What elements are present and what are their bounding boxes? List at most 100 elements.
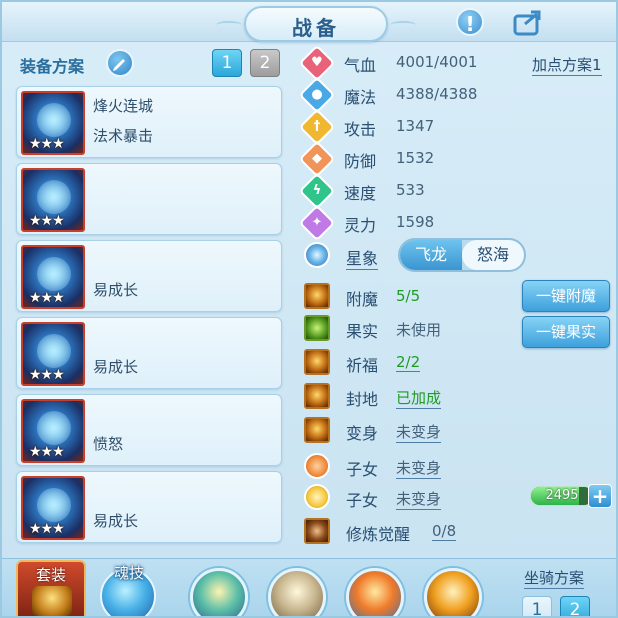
modifier-label: 附魔 <box>346 290 379 309</box>
title-plate: 战备 <box>216 6 416 42</box>
fief-value[interactable]: 已加成 <box>396 387 442 409</box>
modifier-label: 修炼觉醒 <box>346 525 411 544</box>
stat-value: 4388/4388 <box>396 85 478 103</box>
modifier-label: 祈福 <box>346 356 379 375</box>
page-title: 战备 <box>292 16 340 40</box>
modifier-value: 5/5 <box>396 287 421 305</box>
edit-scheme-button[interactable] <box>106 49 134 77</box>
equipment-slot-3[interactable]: ★★★ 易成长 <box>16 240 282 312</box>
stat-label: 灵力 <box>344 216 377 235</box>
modifier-label: 变身 <box>346 424 379 443</box>
stat-label: 攻击 <box>344 120 377 139</box>
transform-icon <box>304 417 330 443</box>
add-points-button[interactable]: + <box>588 484 612 508</box>
star-rating: ★★★ <box>29 290 65 306</box>
mount-scheme-1-button[interactable]: 1 <box>522 596 552 616</box>
equipment-attribute: 法术暴击 <box>93 127 154 145</box>
cultivation-icon <box>304 518 330 544</box>
equipment-slot-5[interactable]: ★★★ 愤怒 <box>16 394 282 466</box>
stat-value: 1532 <box>396 149 435 167</box>
modifier-label: 果实 <box>346 322 379 341</box>
armor-icon: ★★★ <box>21 245 85 309</box>
child-transform-value[interactable]: 未变身 <box>396 488 442 510</box>
equipment-scheme-2-button[interactable]: 2 <box>250 49 280 77</box>
boots-icon: ★★★ <box>21 476 85 540</box>
necklace-icon: ★★★ <box>21 322 85 386</box>
modifier-label: 子女 <box>346 460 379 479</box>
points-bar: 2495 <box>530 486 594 506</box>
cultivation-value[interactable]: 0/8 <box>432 522 457 541</box>
child-transform-value[interactable]: 未变身 <box>396 457 442 479</box>
fief-icon <box>304 383 330 409</box>
stat-value: 1347 <box>396 117 435 135</box>
equipment-attribute: 易成长 <box>93 281 139 299</box>
equipment-name: 烽火连城 <box>93 97 154 115</box>
equipment-attribute: 易成长 <box>93 512 139 530</box>
magic-icon: ● <box>298 76 336 114</box>
stat-value: 533 <box>396 181 425 199</box>
star-rating: ★★★ <box>29 444 65 460</box>
equipment-scheme-1-button[interactable]: 1 <box>212 49 242 77</box>
stat-label: 速度 <box>344 184 377 203</box>
skill-slot-3-icon[interactable] <box>346 568 404 616</box>
set-tab[interactable]: 套装 <box>16 560 86 616</box>
stat-label: 防御 <box>344 152 377 171</box>
star-rating: ★★★ <box>29 213 65 229</box>
set-tab-label: 套装 <box>35 566 66 584</box>
pencil-icon <box>113 59 125 71</box>
mount-scheme-title[interactable]: 坐骑方案 <box>524 567 585 589</box>
blessing-value[interactable]: 2/2 <box>396 353 421 372</box>
star-sign-toggle: 飞龙 怒海 <box>398 238 526 272</box>
battle-prep-window: 战备 ! 装备方案 1 2 ★★★ 烽火连城 法术暴击 ★★★ ★★★ 易成长 … <box>0 0 618 618</box>
enchant-icon <box>304 283 330 309</box>
child-icon <box>304 453 330 479</box>
stat-label: 魔法 <box>344 88 377 107</box>
equipment-slot-6[interactable]: ★★★ 易成长 <box>16 471 282 543</box>
stat-value: 1598 <box>396 213 435 231</box>
belt-icon: ★★★ <box>21 399 85 463</box>
equipment-slot-1[interactable]: ★★★ 烽火连城 法术暴击 <box>16 86 282 158</box>
star-sign-icon <box>304 242 330 268</box>
weapon-icon: ★★★ <box>21 91 85 155</box>
diamond-icon: ✦ <box>298 204 336 242</box>
stat-value: 4001/4001 <box>396 53 478 71</box>
star-sign-option-flying-dragon[interactable]: 飞龙 <box>400 240 462 270</box>
star-sign-option-raging-sea[interactable]: 怒海 <box>462 240 524 270</box>
blessing-icon <box>304 349 330 375</box>
soul-skill-tab[interactable]: 魂技 <box>96 560 162 616</box>
heart-icon: ♥ <box>298 44 336 82</box>
skill-slot-2-icon[interactable] <box>268 568 326 616</box>
skill-slot-1-icon[interactable] <box>190 568 248 616</box>
shield-icon: ◆ <box>298 140 336 178</box>
share-button[interactable] <box>512 6 544 38</box>
soul-skill-tab-label: 魂技 <box>113 564 144 582</box>
child-icon <box>304 484 330 510</box>
helmet-icon: ★★★ <box>21 168 85 232</box>
stat-plan-link[interactable]: 加点方案1 <box>532 54 602 76</box>
star-rating: ★★★ <box>29 136 65 152</box>
star-rating: ★★★ <box>29 367 65 383</box>
star-sign-link[interactable]: 星象 <box>346 245 379 270</box>
treasure-chest-icon <box>32 586 72 616</box>
star-rating: ★★★ <box>29 521 65 537</box>
equipment-slot-4[interactable]: ★★★ 易成长 <box>16 317 282 389</box>
mount-scheme-2-button[interactable]: 2 <box>560 596 590 616</box>
equipment-attribute: 易成长 <box>93 358 139 376</box>
equipment-attribute: 愤怒 <box>93 435 124 453</box>
sword-icon: † <box>298 108 336 146</box>
equipment-scheme-title: 装备方案 <box>20 57 85 76</box>
info-button[interactable]: ! <box>454 6 486 38</box>
one-click-fruit-button[interactable]: 一键果实 <box>522 316 610 348</box>
modifier-value: 未使用 <box>396 321 442 339</box>
modifier-label: 子女 <box>346 491 379 510</box>
share-icon <box>513 10 541 36</box>
skill-slot-4-icon[interactable] <box>424 568 482 616</box>
equipment-panel: 装备方案 1 2 ★★★ 烽火连城 法术暴击 ★★★ ★★★ 易成长 ★★★ 易… <box>12 46 288 554</box>
modifier-label: 封地 <box>346 390 379 409</box>
equipment-slot-2[interactable]: ★★★ <box>16 163 282 235</box>
transform-value[interactable]: 未变身 <box>396 421 442 443</box>
points-value: 2495 <box>545 488 579 503</box>
exclamation-icon: ! <box>456 8 484 36</box>
stat-label: 气血 <box>344 56 377 75</box>
one-click-enchant-button[interactable]: 一键附魔 <box>522 280 610 312</box>
